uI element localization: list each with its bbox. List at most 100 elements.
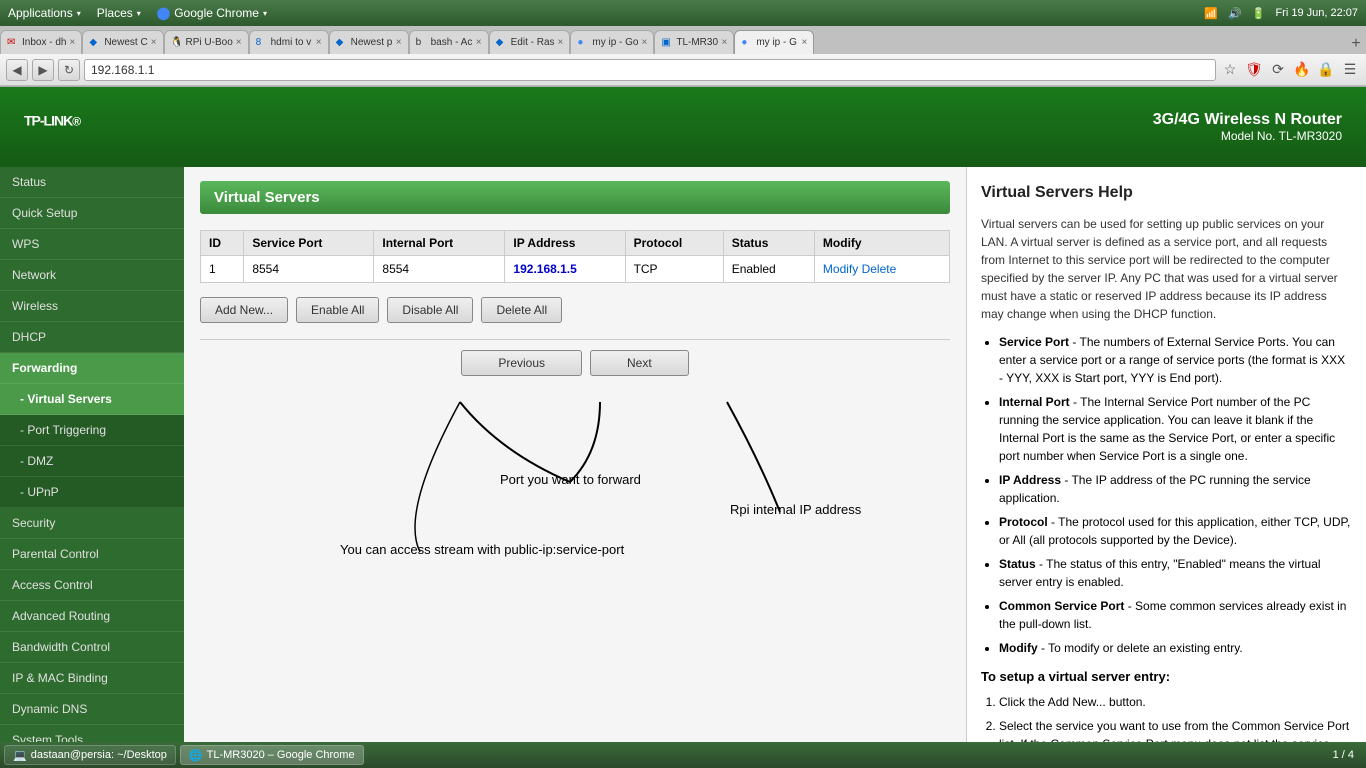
sidebar-item-dynamic-dns[interactable]: Dynamic DNS — [0, 694, 184, 725]
router-model-info: 3G/4G Wireless N Router Model No. TL-MR3… — [1153, 111, 1342, 143]
table-row: 185548554192.168.1.5TCPEnabledModify Del… — [201, 256, 950, 283]
disable-all-button[interactable]: Disable All — [387, 297, 473, 323]
enable-all-button[interactable]: Enable All — [296, 297, 379, 323]
section-title: Virtual Servers — [200, 181, 950, 214]
help-bullet: Internal Port - The Internal Service Por… — [999, 393, 1352, 465]
divider — [200, 339, 950, 340]
service-port-cell: 8554 — [244, 256, 374, 283]
previous-button[interactable]: Previous — [461, 350, 582, 376]
help-bullet: Protocol - The protocol used for this ap… — [999, 513, 1352, 549]
router-wrapper: TP-LINK® 3G/4G Wireless N Router Model N… — [0, 87, 1366, 743]
modify-link[interactable]: Modify — [823, 262, 858, 276]
forward-button[interactable]: ▶ — [32, 59, 54, 81]
tab-close-button[interactable]: × — [642, 37, 648, 48]
browser-tab-4[interactable]: ◆Newest p× — [329, 30, 409, 54]
sidebar-item-parental-control[interactable]: Parental Control — [0, 539, 184, 570]
help-title: Virtual Servers Help — [981, 181, 1352, 205]
sidebar-item-bandwidth-control[interactable]: Bandwidth Control — [0, 632, 184, 663]
sidebar-item-quick-setup[interactable]: Quick Setup — [0, 198, 184, 229]
tab-close-button[interactable]: × — [558, 37, 564, 48]
new-tab-button[interactable]: + — [1346, 34, 1366, 54]
col-header-protocol: Protocol — [625, 231, 723, 256]
trademark: ® — [72, 115, 80, 129]
sidebar-item-status[interactable]: Status — [0, 167, 184, 198]
tab-close-button[interactable]: × — [396, 37, 402, 48]
sidebar-item-dhcp[interactable]: DHCP — [0, 322, 184, 353]
address-bar[interactable] — [84, 59, 1216, 81]
sidebar-item-wireless[interactable]: Wireless — [0, 291, 184, 322]
sidebar-item---dmz[interactable]: - DMZ — [0, 446, 184, 477]
sidebar-item---upnp[interactable]: - UPnP — [0, 477, 184, 508]
sidebar-item-wps[interactable]: WPS — [0, 229, 184, 260]
tab-label: my ip - Go — [592, 37, 638, 48]
next-button[interactable]: Next — [590, 350, 689, 376]
guard-icon[interactable]: 🔒 — [1316, 60, 1336, 80]
refresh-icon[interactable]: ⟳ — [1268, 60, 1288, 80]
taskbar-item-dastaan-persia----de[interactable]: 💻 dastaan@persia: ~/Desktop — [4, 745, 176, 765]
tab-favicon: ◆ — [89, 37, 101, 49]
reload-button[interactable]: ↻ — [58, 59, 80, 81]
tab-favicon: 8 — [256, 37, 268, 49]
browser-menu[interactable]: ⬤ Google Chrome ▾ — [157, 6, 267, 20]
back-button[interactable]: ◀ — [6, 59, 28, 81]
tab-close-button[interactable]: × — [316, 37, 322, 48]
tab-favicon: ◆ — [336, 37, 348, 49]
sidebar-item-forwarding[interactable]: Forwarding — [0, 353, 184, 384]
ip-address-cell: 192.168.1.5 — [505, 256, 625, 283]
taskbar-icon: 🌐 — [189, 749, 203, 762]
bookmark-icon[interactable]: ☆ — [1220, 60, 1240, 80]
places-menu[interactable]: Places ▾ — [97, 6, 141, 20]
main-layout: TP-LINK® 3G/4G Wireless N Router Model N… — [0, 87, 1366, 743]
applications-arrow: ▾ — [77, 9, 81, 18]
tab-close-button[interactable]: × — [236, 37, 242, 48]
internal-port-cell: 8554 — [374, 256, 505, 283]
tab-close-button[interactable]: × — [722, 37, 728, 48]
browser-tab-3[interactable]: 8hdmi to v× — [249, 30, 329, 54]
sidebar-item---port-triggering[interactable]: - Port Triggering — [0, 415, 184, 446]
help-step: Click the Add New... button. — [999, 693, 1352, 711]
taskbar-item-tl-mr3020---google-c[interactable]: 🌐 TL-MR3020 – Google Chrome — [180, 745, 364, 765]
applications-menu[interactable]: Applications ▾ — [8, 6, 81, 20]
browser-tab-1[interactable]: ◆Newest C× — [82, 30, 163, 54]
taskbar-label: dastaan@persia: ~/Desktop — [31, 749, 167, 761]
sidebar-item-access-control[interactable]: Access Control — [0, 570, 184, 601]
sidebar-item-ip---mac-binding[interactable]: IP & MAC Binding — [0, 663, 184, 694]
sidebar-item-network[interactable]: Network — [0, 260, 184, 291]
tab-label: TL-MR30 — [676, 37, 718, 48]
browser-chrome: ✉Inbox - dh×◆Newest C×🐧RPi U-Boo×8hdmi t… — [0, 26, 1366, 87]
browser-tab-5[interactable]: bbash - Ac× — [409, 30, 489, 54]
annotation-svg — [200, 392, 900, 592]
browser-tab-2[interactable]: 🐧RPi U-Boo× — [164, 30, 249, 54]
browser-tab-9[interactable]: ●my ip - G× — [734, 30, 814, 54]
browser-tab-0[interactable]: ✉Inbox - dh× — [0, 30, 82, 54]
fire-icon[interactable]: 🔥 — [1292, 60, 1312, 80]
taskbar-label: TL-MR3020 – Google Chrome — [207, 749, 355, 761]
tab-close-button[interactable]: × — [802, 37, 808, 48]
tab-close-button[interactable]: × — [476, 37, 482, 48]
access-annotation: You can access stream with public-ip:ser… — [340, 542, 624, 557]
add-new-button[interactable]: Add New... — [200, 297, 288, 323]
browser-tab-8[interactable]: ▣TL-MR30× — [654, 30, 734, 54]
router-body: StatusQuick SetupWPSNetworkWirelessDHCPF… — [0, 167, 1366, 743]
tab-label: my ip - G — [756, 37, 798, 48]
menu-icon[interactable]: ☰ — [1340, 60, 1360, 80]
security-icon[interactable]: 🛡 — [1244, 60, 1264, 80]
taskbar-icon: 💻 — [13, 749, 27, 762]
nav-bar: ◀ ▶ ↻ ☆ 🛡 ⟳ 🔥 🔒 ☰ — [0, 54, 1366, 86]
tab-close-button[interactable]: × — [69, 37, 75, 48]
delete-link[interactable]: Delete — [858, 262, 896, 276]
browser-tab-6[interactable]: ◆Edit - Ras× — [489, 30, 571, 54]
sidebar-item---virtual-servers[interactable]: - Virtual Servers — [0, 384, 184, 415]
tab-close-button[interactable]: × — [151, 37, 157, 48]
battery-icon: 🔋 — [1252, 7, 1266, 20]
browser-label: Google Chrome — [174, 6, 259, 20]
pagination: Previous Next — [200, 350, 950, 376]
sidebar-item-security[interactable]: Security — [0, 508, 184, 539]
browser-tab-7[interactable]: ●my ip - Go× — [570, 30, 654, 54]
delete-all-button[interactable]: Delete All — [481, 297, 562, 323]
sidebar-item-advanced-routing[interactable]: Advanced Routing — [0, 601, 184, 632]
help-setup-title: To setup a virtual server entry: — [981, 667, 1352, 687]
logo-text: TP-LINK — [24, 113, 72, 129]
tab-favicon: ✉ — [7, 37, 19, 49]
sidebar-item-system-tools[interactable]: System Tools — [0, 725, 184, 743]
